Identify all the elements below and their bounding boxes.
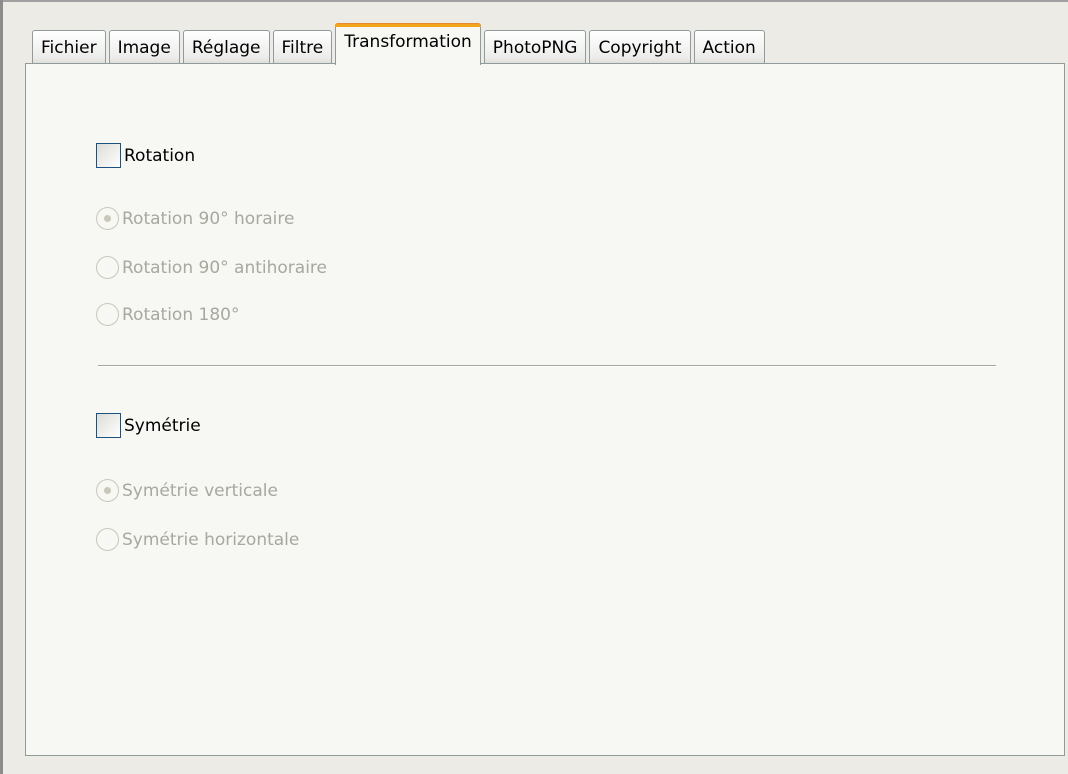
symmetry-checkbox-row[interactable]: Symétrie	[96, 413, 201, 438]
rotation-90-ccw-radio	[96, 256, 119, 279]
rotation-90-cw-radio	[96, 207, 119, 230]
tab-photopng[interactable]: PhotoPNG	[483, 30, 587, 64]
symmetry-horizontal-option: Symétrie horizontale	[96, 528, 299, 551]
radio-selected-dot	[104, 487, 111, 494]
tab-image[interactable]: Image	[108, 30, 180, 64]
rotation-180-label: Rotation 180°	[122, 304, 240, 325]
tab-action[interactable]: Action	[693, 30, 765, 64]
symmetry-horizontal-radio	[96, 528, 119, 551]
symmetry-vertical-label: Symétrie verticale	[122, 480, 278, 501]
rotation-90-ccw-option: Rotation 90° antihoraire	[96, 256, 327, 279]
window-left-edge	[0, 0, 3, 774]
symmetry-checkbox-label[interactable]: Symétrie	[124, 416, 201, 436]
rotation-90-cw-label: Rotation 90° horaire	[122, 208, 295, 229]
rotation-checkbox-label[interactable]: Rotation	[124, 146, 195, 166]
tab-reglage[interactable]: Réglage	[182, 30, 270, 64]
tab-filtre[interactable]: Filtre	[272, 30, 333, 64]
rotation-90-ccw-label: Rotation 90° antihoraire	[122, 257, 327, 278]
symmetry-horizontal-label: Symétrie horizontale	[122, 529, 300, 550]
symmetry-vertical-radio	[96, 479, 119, 502]
tab-fichier[interactable]: Fichier	[32, 30, 106, 64]
symmetry-checkbox[interactable]	[96, 413, 121, 438]
tab-copyright[interactable]: Copyright	[589, 30, 691, 64]
tab-transformation[interactable]: Transformation	[335, 23, 481, 65]
rotation-180-radio	[96, 303, 119, 326]
tab-strip: Fichier Image Réglage Filtre Transformat…	[32, 22, 768, 65]
section-divider	[98, 365, 996, 367]
rotation-180-option: Rotation 180°	[96, 303, 239, 326]
rotation-checkbox-row[interactable]: Rotation	[96, 143, 195, 168]
symmetry-vertical-option: Symétrie verticale	[96, 479, 278, 502]
rotation-90-cw-option: Rotation 90° horaire	[96, 207, 294, 230]
radio-selected-dot	[104, 215, 111, 222]
rotation-checkbox[interactable]	[96, 143, 121, 168]
transformation-panel: Rotation Rotation 90° horaire Rotation 9…	[25, 63, 1065, 756]
window-top-edge	[0, 0, 1068, 2]
